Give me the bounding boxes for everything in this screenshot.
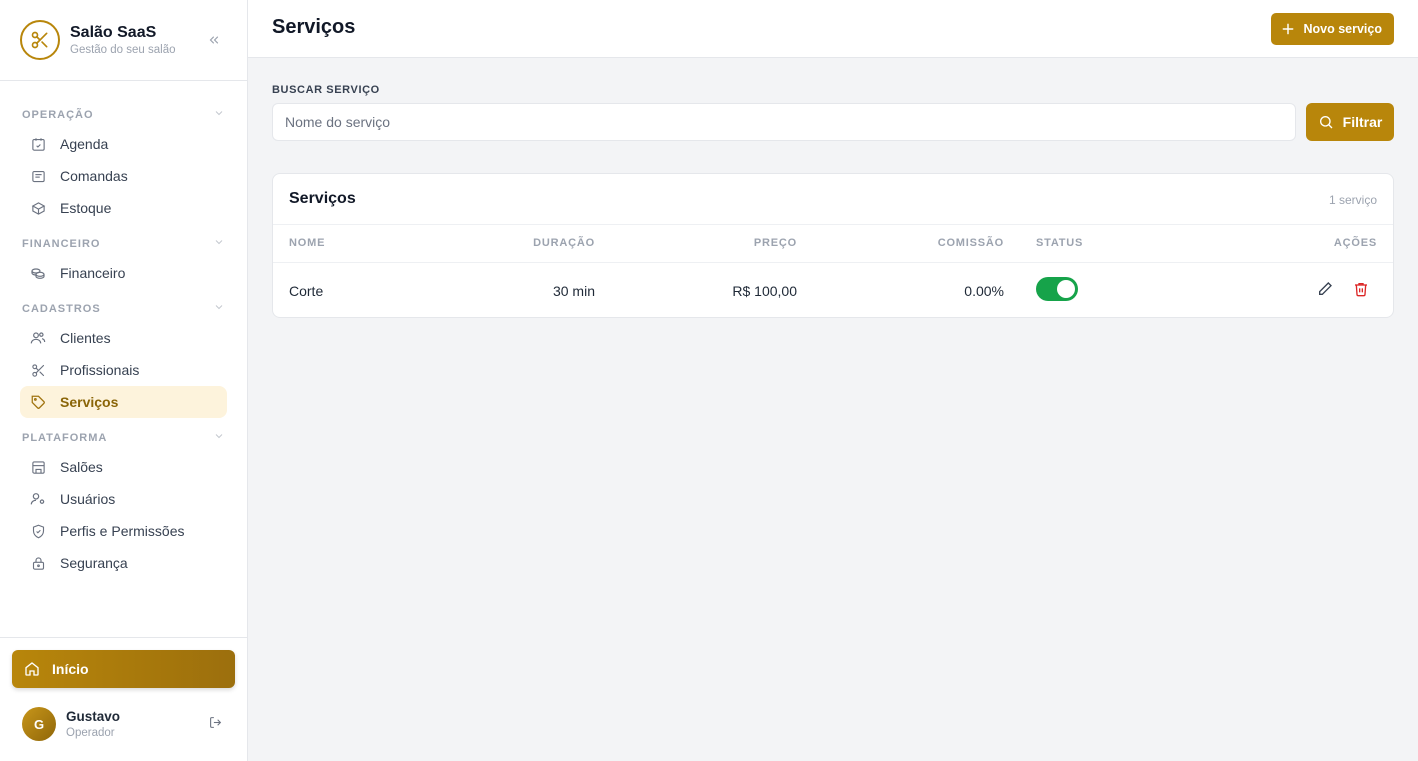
home-button[interactable]: Início (12, 650, 235, 688)
new-service-button[interactable]: Novo serviço (1271, 13, 1394, 45)
tag-icon (30, 394, 46, 410)
plus-icon (1281, 22, 1295, 36)
cell-duration: 30 min (552, 283, 595, 299)
brand: Salão SaaS Gestão do seu salão (0, 0, 247, 81)
nav-section-operacao: OPERAÇÃO Agenda Comandas Estoque (0, 107, 247, 224)
user-role: Operador (66, 727, 115, 739)
card-title: Serviços (289, 190, 356, 207)
nav-section-cadastros: CADASTROS Clientes Profissionais Serviço… (0, 301, 247, 418)
sidebar-item-clientes[interactable]: Clientes (20, 322, 227, 354)
filter-button-label: Filtrar (1342, 114, 1383, 130)
section-title: FINANCEIRO (22, 238, 101, 250)
avatar: G (22, 707, 56, 741)
sidebar-item-financeiro[interactable]: Financeiro (20, 257, 227, 289)
sidebar-item-comandas[interactable]: Comandas (20, 160, 227, 192)
section-header-cadastros[interactable]: CADASTROS (20, 301, 227, 317)
box-icon (30, 200, 46, 216)
column-header-price: PREÇO (753, 237, 797, 249)
sidebar-item-estoque[interactable]: Estoque (20, 192, 227, 224)
cell-name: Corte (289, 283, 324, 299)
sidebar-item-label: Usuários (60, 491, 116, 507)
services-count: 1 serviço (1328, 193, 1377, 207)
receipt-icon (30, 168, 46, 184)
home-button-label: Início (52, 661, 89, 677)
table-header: NOME DURAÇÃO PREÇO COMISSÃO STATUS AÇÕES (273, 225, 1393, 263)
search-label: BUSCAR SERVIÇO (272, 84, 380, 96)
sidebar-item-agenda[interactable]: Agenda (20, 128, 227, 160)
section-header-plataforma[interactable]: PLATAFORMA (20, 430, 227, 446)
section-header-financeiro[interactable]: FINANCEIRO (20, 236, 227, 252)
section-title: PLATAFORMA (22, 432, 108, 444)
store-icon (30, 459, 46, 475)
sidebar-item-saloes[interactable]: Salões (20, 451, 227, 483)
sidebar-item-label: Perfis e Permissões (60, 523, 185, 539)
section-title: CADASTROS (22, 303, 101, 315)
calendar-icon (30, 136, 46, 152)
collapse-sidebar-icon[interactable] (207, 33, 221, 52)
sidebar-item-seguranca[interactable]: Segurança (20, 547, 227, 579)
coins-icon (30, 265, 46, 281)
users-icon (30, 330, 46, 346)
sidebar-item-profissionais[interactable]: Profissionais (20, 354, 227, 386)
chevron-down-icon (213, 300, 225, 318)
sidebar: Salão SaaS Gestão do seu salão OPERAÇÃO … (0, 0, 248, 761)
user-name: Gustavo (66, 709, 121, 724)
chevron-down-icon (213, 429, 225, 447)
chevron-down-icon (213, 235, 225, 253)
scissors-logo-icon (20, 20, 60, 60)
services-table-card: Serviços 1 serviço NOME DURAÇÃO PREÇO CO… (272, 173, 1394, 318)
cell-commission: 0.00% (964, 283, 1004, 299)
new-service-label: Novo serviço (1303, 22, 1382, 36)
sidebar-item-usuarios[interactable]: Usuários (20, 483, 227, 515)
page-title: Serviços (272, 16, 356, 38)
table-row: Corte 30 min R$ 100,00 0.00% (273, 263, 1393, 317)
column-header-duration: DURAÇÃO (533, 237, 595, 249)
user-profile: G Gustavo Operador (22, 704, 222, 744)
sidebar-item-label: Comandas (60, 168, 128, 184)
sidebar-item-label: Financeiro (60, 265, 126, 281)
status-toggle[interactable] (1036, 277, 1078, 301)
sidebar-item-label: Serviços (60, 394, 119, 410)
sidebar-item-label: Agenda (60, 136, 109, 152)
section-title: OPERAÇÃO (22, 109, 94, 121)
chevron-down-icon (213, 106, 225, 124)
sidebar-item-servicos[interactable]: Serviços (20, 386, 227, 418)
brand-title: Salão SaaS (70, 24, 157, 41)
column-header-status: STATUS (1036, 237, 1084, 249)
sidebar-footer: Início G Gustavo Operador (0, 637, 247, 761)
toggle-knob (1057, 280, 1075, 298)
sidebar-item-label: Clientes (60, 330, 111, 346)
shield-icon (30, 523, 46, 539)
user-cog-icon (30, 491, 46, 507)
delete-icon[interactable] (1353, 281, 1369, 297)
section-header-operacao[interactable]: OPERAÇÃO (20, 107, 227, 123)
edit-icon[interactable] (1317, 281, 1333, 297)
sidebar-item-label: Segurança (60, 555, 128, 571)
lock-icon (30, 555, 46, 571)
column-header-name: NOME (289, 237, 326, 249)
scissors-icon (30, 362, 46, 378)
column-header-actions: AÇÕES (1333, 237, 1377, 249)
nav-section-plataforma: PLATAFORMA Salões Usuários Perfis e Perm… (0, 430, 247, 579)
card-header: Serviços 1 serviço (273, 174, 1393, 225)
sidebar-item-label: Estoque (60, 200, 112, 216)
sidebar-item-perfis-permissoes[interactable]: Perfis e Permissões (20, 515, 227, 547)
search-icon (1318, 114, 1334, 130)
sidebar-item-label: Profissionais (60, 362, 140, 378)
cell-price: R$ 100,00 (732, 283, 797, 299)
filter-button[interactable]: Filtrar (1306, 103, 1394, 141)
column-header-commission: COMISSÃO (937, 237, 1004, 249)
brand-subtitle: Gestão do seu salão (70, 44, 176, 56)
sidebar-item-label: Salões (60, 459, 103, 475)
top-bar: Serviços Novo serviço (248, 0, 1418, 58)
home-icon (24, 661, 40, 677)
nav-section-financeiro: FINANCEIRO Financeiro (0, 236, 247, 289)
sidebar-nav: OPERAÇÃO Agenda Comandas Estoque FINANCE… (0, 81, 247, 579)
search-input[interactable] (272, 103, 1296, 141)
logout-icon[interactable] (209, 716, 222, 734)
